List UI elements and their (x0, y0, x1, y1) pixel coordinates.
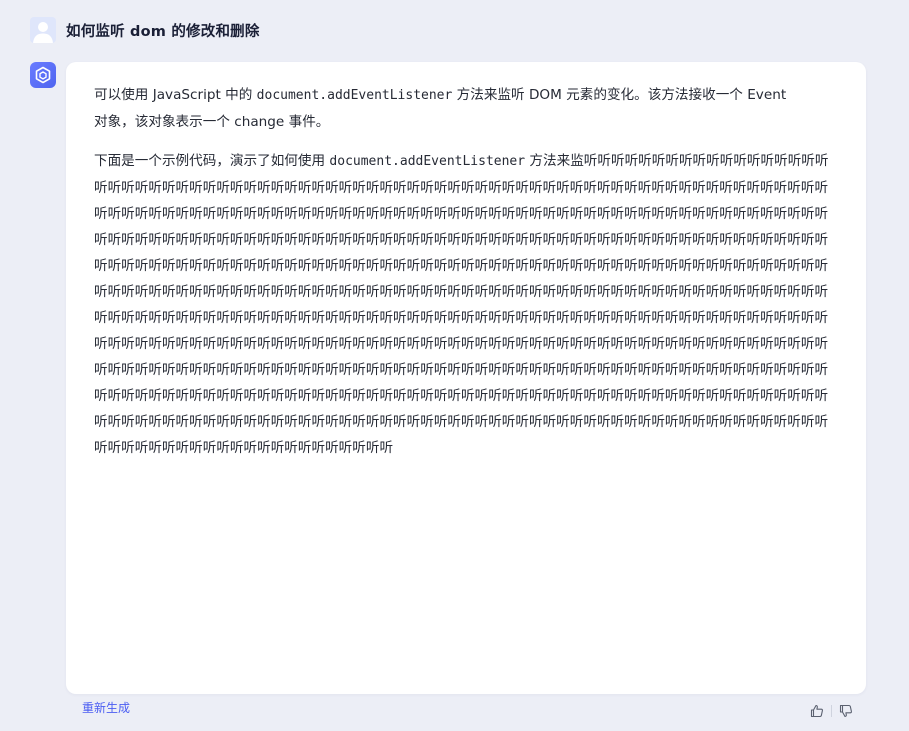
feedback-divider (831, 705, 832, 717)
answer-paragraph-1: 可以使用 JavaScript 中的 document.addEventList… (94, 82, 804, 135)
answer-card: 可以使用 JavaScript 中的 document.addEventList… (66, 62, 866, 694)
question-text: 如何监听 dom 的修改和删除 (66, 23, 260, 40)
thumbs-down-icon[interactable] (839, 704, 853, 718)
inline-code: document.addEventListener (256, 88, 453, 103)
user-message: 如何监听 dom 的修改和删除 (30, 16, 260, 44)
answer-text: 方法来监听听听听听听听听听听听听听听听听听听听听听听听听听听听听听听听听听听听听… (94, 153, 829, 456)
regenerate-button[interactable]: 重新生成 (82, 699, 130, 716)
inline-code: document.addEventListener (329, 154, 526, 169)
thumbs-up-icon[interactable] (810, 704, 824, 718)
answer-paragraph-2: 下面是一个示例代码，演示了如何使用 document.addEventListe… (94, 148, 834, 461)
answer-text: 下面是一个示例代码，演示了如何使用 (94, 153, 330, 169)
answer-text: 可以使用 JavaScript 中的 (94, 87, 257, 103)
feedback-bar (810, 704, 853, 718)
user-avatar-icon (30, 17, 56, 43)
cube-logo-icon (30, 62, 56, 88)
